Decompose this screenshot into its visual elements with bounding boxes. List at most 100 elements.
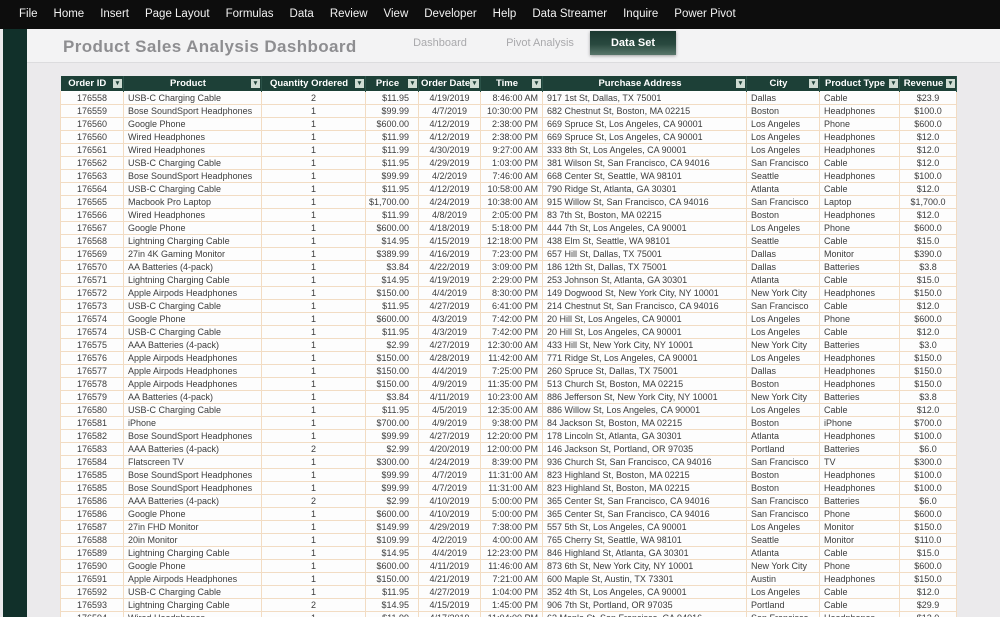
cell-purchase-address[interactable]: 823 Highland St, Boston, MA 02215 [542,467,747,482]
cell-time[interactable]: 11:46:00 AM [480,558,543,573]
cell-city[interactable]: Los Angeles [746,116,820,131]
cell-order-date[interactable]: 4/2/2019 [418,532,481,547]
cell-revenue[interactable]: $150.0 [899,350,957,365]
cell-order-id[interactable]: 176587 [60,519,124,534]
cell-price[interactable]: $2.99 [365,493,419,508]
cell-product-type[interactable]: Headphones [819,428,900,443]
cell-revenue[interactable]: $12.0 [899,207,957,222]
cell-time[interactable]: 10:23:00 AM [480,389,543,404]
cell-quantity-ordered[interactable]: 1 [261,324,366,339]
cell-purchase-address[interactable]: 668 Center St, Seattle, WA 98101 [542,168,747,183]
cell-product[interactable]: Bose SoundSport Headphones [123,480,262,495]
cell-order-id[interactable]: 176574 [60,324,124,339]
cell-purchase-address[interactable]: 600 Maple St, Austin, TX 73301 [542,571,747,586]
cell-time[interactable]: 7:38:00 PM [480,519,543,534]
cell-product[interactable]: Google Phone [123,558,262,573]
cell-city[interactable]: Los Angeles [746,129,820,144]
cell-time[interactable]: 7:23:00 PM [480,246,543,261]
cell-purchase-address[interactable]: 83 7th St, Boston, MA 02215 [542,207,747,222]
cell-time[interactable]: 12:00:00 PM [480,441,543,456]
cell-price[interactable]: $11.99 [365,207,419,222]
cell-product-type[interactable]: Headphones [819,467,900,482]
filter-dropdown-icon[interactable]: ▼ [736,78,745,88]
cell-order-date[interactable]: 4/7/2019 [418,103,481,118]
cell-city[interactable]: San Francisco [746,298,820,313]
cell-product[interactable]: Apple Airpods Headphones [123,350,262,365]
cell-purchase-address[interactable]: 352 4th St, Los Angeles, CA 90001 [542,584,747,599]
cell-order-id[interactable]: 176575 [60,337,124,352]
cell-product-type[interactable]: Cable [819,402,900,417]
cell-order-id[interactable]: 176577 [60,363,124,378]
cell-product-type[interactable]: Cable [819,597,900,612]
cell-product[interactable]: Bose SoundSport Headphones [123,467,262,482]
cell-purchase-address[interactable]: 365 Center St, San Francisco, CA 94016 [542,493,747,508]
cell-revenue[interactable]: $15.0 [899,272,957,287]
cell-city[interactable]: Seattle [746,168,820,183]
cell-price[interactable]: $14.95 [365,272,419,287]
cell-purchase-address[interactable]: 186 12th St, Dallas, TX 75001 [542,259,747,274]
cell-revenue[interactable]: $150.0 [899,376,957,391]
cell-purchase-address[interactable]: 260 Spruce St, Dallas, TX 75001 [542,363,747,378]
cell-product[interactable]: Apple Airpods Headphones [123,285,262,300]
cell-product-type[interactable]: Headphones [819,103,900,118]
cell-price[interactable]: $700.00 [365,415,419,430]
cell-quantity-ordered[interactable]: 1 [261,168,366,183]
cell-price[interactable]: $99.99 [365,103,419,118]
cell-purchase-address[interactable]: 433 Hill St, New York City, NY 10001 [542,337,747,352]
cell-quantity-ordered[interactable]: 1 [261,415,366,430]
cell-time[interactable]: 11:35:00 PM [480,376,543,391]
filter-dropdown-icon[interactable]: ▼ [946,78,955,88]
cell-quantity-ordered[interactable]: 1 [261,610,366,617]
cell-order-date[interactable]: 4/4/2019 [418,285,481,300]
cell-product-type[interactable]: Phone [819,506,900,521]
cell-quantity-ordered[interactable]: 2 [261,597,366,612]
cell-quantity-ordered[interactable]: 1 [261,558,366,573]
cell-time[interactable]: 2:05:00 PM [480,207,543,222]
menu-item-data[interactable]: Data [282,0,322,29]
cell-order-id[interactable]: 176585 [60,467,124,482]
cell-order-date[interactable]: 4/5/2019 [418,402,481,417]
cell-order-id[interactable]: 176586 [60,506,124,521]
cell-quantity-ordered[interactable]: 2 [261,441,366,456]
cell-time[interactable]: 7:42:00 PM [480,324,543,339]
cell-quantity-ordered[interactable]: 1 [261,272,366,287]
filter-dropdown-icon[interactable]: ▼ [355,78,364,88]
cell-order-id[interactable]: 176576 [60,350,124,365]
cell-product[interactable]: Bose SoundSport Headphones [123,168,262,183]
cell-product-type[interactable]: Monitor [819,246,900,261]
cell-city[interactable]: Boston [746,207,820,222]
cell-product[interactable]: USB-C Charging Cable [123,584,262,599]
cell-revenue[interactable]: $12.0 [899,584,957,599]
cell-revenue[interactable]: $3.8 [899,259,957,274]
cell-product-type[interactable]: Headphones [819,571,900,586]
cell-product[interactable]: Google Phone [123,311,262,326]
cell-product-type[interactable]: Phone [819,558,900,573]
cell-product[interactable]: iPhone [123,415,262,430]
cell-revenue[interactable]: $100.0 [899,428,957,443]
cell-order-id[interactable]: 176581 [60,415,124,430]
cell-price[interactable]: $11.99 [365,142,419,157]
cell-order-date[interactable]: 4/3/2019 [418,311,481,326]
cell-city[interactable]: Los Angeles [746,311,820,326]
cell-product[interactable]: 20in Monitor [123,532,262,547]
cell-quantity-ordered[interactable]: 1 [261,389,366,404]
cell-price[interactable]: $300.00 [365,454,419,469]
cell-order-date[interactable]: 4/19/2019 [418,272,481,287]
cell-price[interactable]: $600.00 [365,506,419,521]
cell-time[interactable]: 1:45:00 PM [480,597,543,612]
menu-item-formulas[interactable]: Formulas [218,0,282,29]
cell-purchase-address[interactable]: 917 1st St, Dallas, TX 75001 [542,90,747,105]
cell-order-id[interactable]: 176571 [60,272,124,287]
cell-time[interactable]: 7:46:00 AM [480,168,543,183]
cell-price[interactable]: $150.00 [365,350,419,365]
cell-purchase-address[interactable]: 669 Spruce St, Los Angeles, CA 90001 [542,116,747,131]
cell-order-id[interactable]: 176563 [60,168,124,183]
cell-product-type[interactable]: Headphones [819,376,900,391]
cell-product[interactable]: Google Phone [123,220,262,235]
cell-city[interactable]: Boston [746,103,820,118]
cell-revenue[interactable]: $600.0 [899,116,957,131]
cell-product[interactable]: 27in 4K Gaming Monitor [123,246,262,261]
cell-order-date[interactable]: 4/15/2019 [418,597,481,612]
cell-quantity-ordered[interactable]: 1 [261,428,366,443]
cell-time[interactable]: 9:38:00 PM [480,415,543,430]
